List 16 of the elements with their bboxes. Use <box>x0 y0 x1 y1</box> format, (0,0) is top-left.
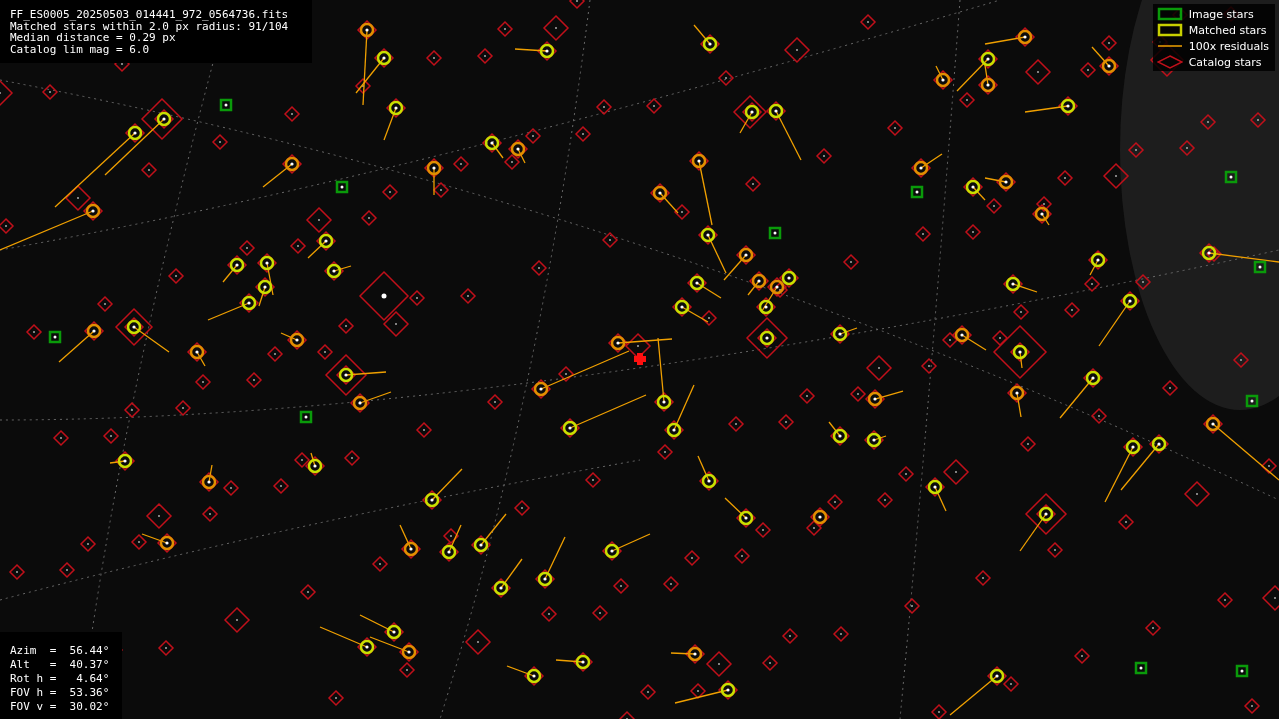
info-text: Catalog lim mag = 6.0 <box>10 43 151 55</box>
legend-swatch-icon <box>1156 55 1183 69</box>
legend-label: Matched stars <box>1188 23 1267 37</box>
pointing-text: Alt = 40.37° <box>10 658 111 672</box>
info-text: Median distance = 0.29 px <box>10 32 176 44</box>
info-text: Matched stars within 2.0 px radius: 91/104 <box>10 20 290 32</box>
pointing-text: Rot h = 4.64° <box>10 672 111 686</box>
legend-label: Catalog stars <box>1188 55 1262 69</box>
pointing-text: FOV h = 53.36° <box>10 686 111 700</box>
pointing-text: FOV v = 30.02° <box>10 700 111 714</box>
info-text: FF_ES0005_20250503_014441_972_0564736.fits <box>10 9 290 21</box>
legend-label: 100x residuals <box>1188 39 1269 53</box>
legend-label: Image stars <box>1188 7 1254 21</box>
legend-swatch-icon <box>1156 23 1183 37</box>
pointing-text: Azim = 56.44° <box>10 644 111 658</box>
legend-swatch-icon <box>1156 7 1183 21</box>
